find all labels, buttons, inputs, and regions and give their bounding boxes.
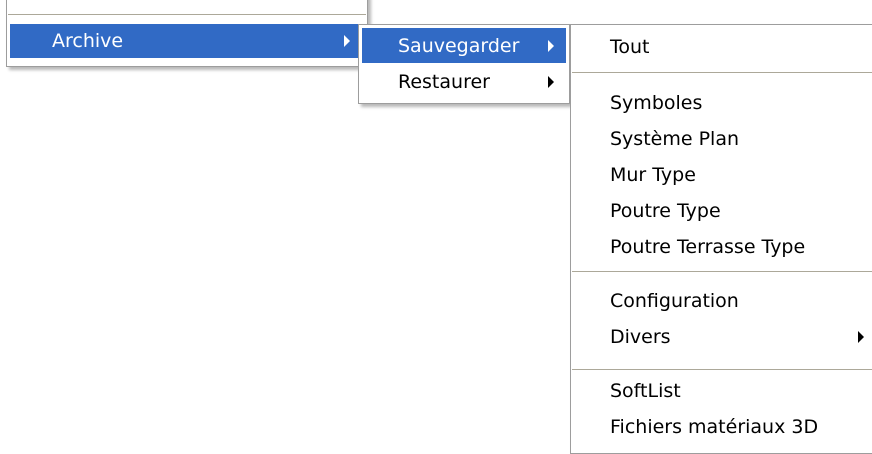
menu-item-label: Poutre Terrasse Type	[610, 236, 806, 258]
menu-item-label: Système Plan	[610, 128, 740, 150]
menu-item-poutre-terrasse-type[interactable]: Poutre Terrasse Type	[574, 229, 872, 265]
arrow-right-icon	[548, 75, 554, 88]
menu-item-archive[interactable]: Archive	[10, 24, 364, 58]
menu-item-label: Poutre Type	[610, 200, 721, 222]
arrow-right-icon	[548, 39, 554, 52]
menu-item-label: SoftList	[610, 380, 681, 402]
menu-item-poutre-type[interactable]: Poutre Type	[574, 193, 872, 229]
save-submenu: Tout Symboles Système Plan Mur Type Pout…	[570, 24, 872, 454]
menu-item-symboles[interactable]: Symboles	[574, 85, 872, 121]
menu-item-configuration[interactable]: Configuration	[574, 283, 872, 319]
menu-item-label: Symboles	[610, 92, 703, 114]
menu-item-tout[interactable]: Tout	[574, 29, 872, 65]
menu-item-sauvegarder-label: Sauvegarder	[398, 34, 520, 57]
menu-item-mur-type[interactable]: Mur Type	[574, 157, 872, 193]
menu-item-archive-label: Archive	[52, 30, 124, 52]
menu-item-sauvegarder[interactable]: Sauvegarder	[362, 28, 566, 63]
menu-item-divers[interactable]: Divers	[574, 319, 872, 355]
menu-item-restaurer[interactable]: Restaurer	[362, 64, 566, 99]
menu-separator	[572, 72, 872, 74]
menu-item-systeme-plan[interactable]: Système Plan	[574, 121, 872, 157]
menu-item-fichiers-materiaux-3d[interactable]: Fichiers matériaux 3D	[574, 409, 872, 445]
menu-item-label: Configuration	[610, 290, 739, 312]
menu-item-label: Divers	[610, 326, 671, 348]
menu-item-restaurer-label: Restaurer	[398, 70, 490, 93]
menu-item-label: Mur Type	[610, 164, 696, 186]
arrow-right-icon	[344, 35, 350, 47]
menu-separator	[572, 271, 872, 273]
menu-item-softlist[interactable]: SoftList	[574, 373, 872, 409]
menu-item-label: Tout	[610, 36, 650, 58]
arrow-right-icon	[858, 331, 864, 343]
archive-submenu: Sauvegarder Restaurer	[358, 24, 570, 104]
main-menu-separator	[8, 14, 366, 16]
menu-separator	[572, 369, 872, 371]
menu-item-label: Fichiers matériaux 3D	[610, 416, 819, 438]
main-menu: Archive	[6, 0, 368, 67]
